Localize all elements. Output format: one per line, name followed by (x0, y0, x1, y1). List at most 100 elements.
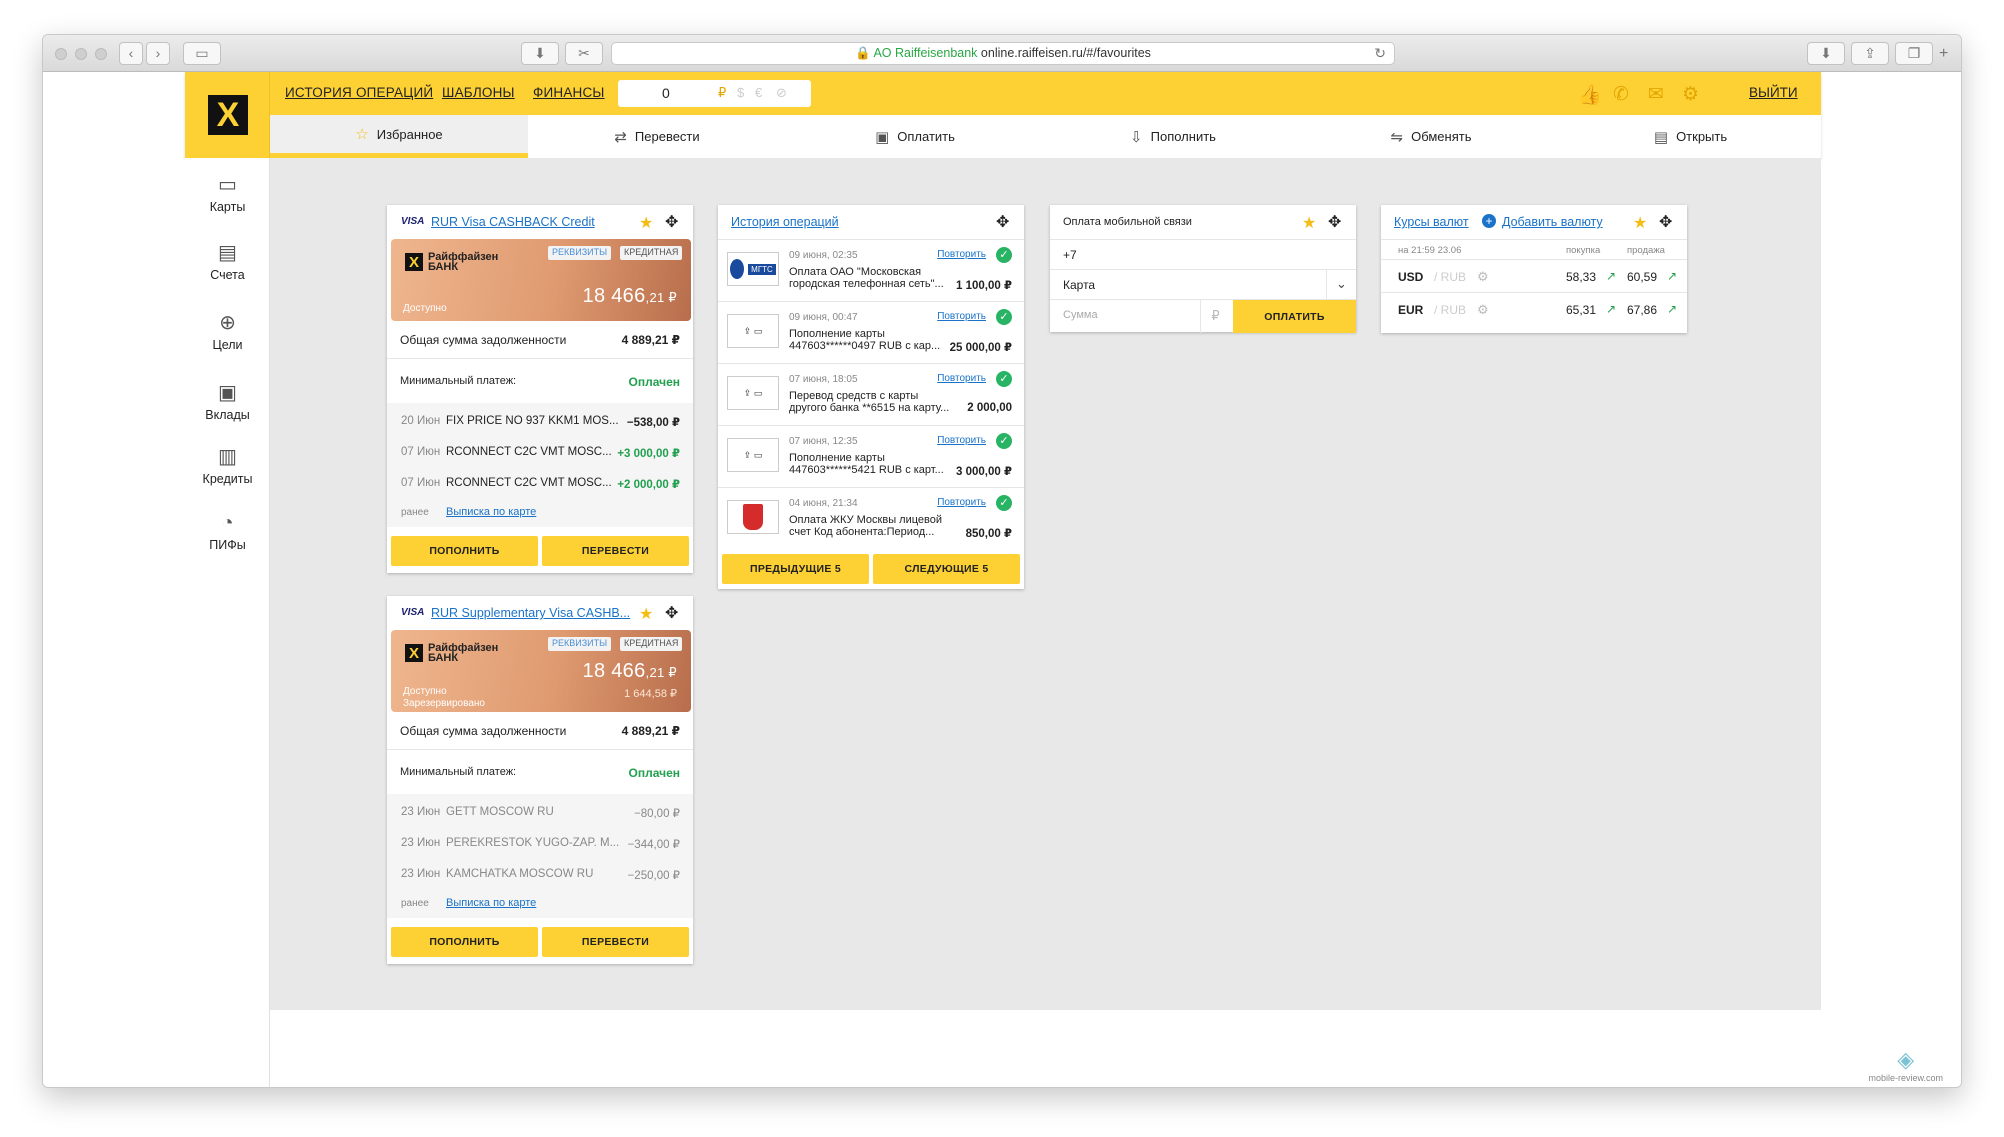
mobile-title: Оплата мобильной связи (1063, 216, 1192, 228)
history-item[interactable]: МГТС 09 июня, 02:35 Повторить ✓ Оплата О… (718, 239, 1024, 300)
share-icon: ⇪ (1864, 45, 1876, 61)
fx-title-link[interactable]: Курсы валют (1394, 215, 1469, 229)
minimize-window-button[interactable] (75, 48, 87, 60)
amount-input[interactable]: Сумма (1063, 309, 1098, 321)
favourite-star-icon[interactable]: ★ (1302, 213, 1316, 233)
tools-button[interactable]: ✂ (565, 42, 603, 65)
amount-row: Сумма ₽ ОПЛАТИТЬ (1050, 299, 1356, 333)
sidebar-item-credits[interactable]: ▥ Кредиты (185, 444, 270, 486)
repeat-link[interactable]: Повторить (937, 373, 986, 384)
download-button[interactable]: ⬇ (521, 42, 559, 65)
repeat-link[interactable]: Повторить (937, 435, 986, 446)
previous-5-button[interactable]: ПРЕДЫДУЩИЕ 5 (722, 554, 869, 584)
bank-logo: X Райффайзен БАНК (405, 252, 498, 273)
back-button[interactable]: ‹ (119, 42, 143, 65)
forward-button[interactable]: › (146, 42, 170, 65)
requisites-badge[interactable]: РЕКВИЗИТЫ (548, 246, 612, 260)
move-icon[interactable]: ✥ (1659, 212, 1672, 232)
settings-gear-icon[interactable]: ⚙ (1477, 269, 1489, 285)
mail-icon[interactable]: ✉ (1648, 83, 1664, 106)
sidebar-item-accounts[interactable]: ▤ Счета (185, 240, 270, 282)
tab-exchange[interactable]: ⇋ Обменять (1302, 115, 1560, 158)
currency-eur[interactable]: € (755, 85, 762, 100)
share-button[interactable]: ⇪ (1851, 42, 1889, 65)
zoom-window-button[interactable] (95, 48, 107, 60)
chevron-down-icon[interactable]: ⌄ (1326, 270, 1356, 300)
browser-toolbar: ‹ › ▭ ⬇ ✂ 🔒 AO Raiffeisenbank online.rai… (43, 35, 1961, 72)
next-5-button[interactable]: СЛЕДУЮЩИЕ 5 (873, 554, 1020, 584)
move-icon[interactable]: ✥ (1328, 212, 1341, 232)
statement-link[interactable]: Выписка по карте (446, 506, 536, 518)
nav-finances[interactable]: ФИНАНСЫ (533, 85, 605, 100)
move-icon[interactable]: ✥ (996, 212, 1009, 232)
sidebar-toggle-button[interactable]: ▭ (183, 42, 221, 65)
tab-transfer[interactable]: ⇄ Перевести (528, 115, 786, 158)
balance-widget[interactable]: 0 ₽ $ € ⊘ (618, 80, 811, 107)
favourite-star-icon[interactable]: ★ (639, 604, 653, 624)
card-header: VISA RUR Visa CASHBACK Credit ★ ✥ (387, 205, 693, 239)
pay-button[interactable]: ОПЛАТИТЬ (1233, 300, 1356, 333)
ruble-sign: ₽ (1200, 300, 1230, 333)
tab-topup[interactable]: ⇩ Пополнить (1044, 115, 1302, 158)
add-icon[interactable]: + (1482, 214, 1496, 228)
card-title-link[interactable]: RUR Supplementary Visa CASHB... (431, 606, 630, 620)
favourite-star-icon[interactable]: ★ (639, 213, 653, 233)
currency-usd[interactable]: $ (737, 85, 744, 100)
phone-input[interactable]: +7 (1050, 239, 1356, 269)
phone-icon[interactable]: ✆ (1613, 83, 1629, 106)
tabs-button[interactable]: ❐ (1895, 42, 1933, 65)
history-item[interactable]: ⇪ ▭ 07 июня, 18:05 Повторить ✓ Перевод с… (718, 363, 1024, 424)
tab-favourites[interactable]: ☆ Избранное (270, 115, 528, 158)
statement-link[interactable]: Выписка по карте (446, 897, 536, 909)
open-icon: ▤ (1653, 128, 1669, 146)
source-select[interactable]: Карта ⌄ (1050, 269, 1356, 300)
move-icon[interactable]: ✥ (665, 212, 678, 232)
tab-pay[interactable]: ▣ Оплатить (786, 115, 1044, 158)
nav-history[interactable]: ИСТОРИЯ ОПЕРАЦИЙ (285, 85, 433, 100)
success-check-icon: ✓ (996, 495, 1012, 511)
repeat-link[interactable]: Повторить (937, 497, 986, 508)
reload-icon[interactable]: ↻ (1374, 43, 1386, 64)
downloads-button[interactable]: ⬇ (1807, 42, 1845, 65)
history-item[interactable]: ⇪ ▭ 07 июня, 12:35 Повторить ✓ Пополнени… (718, 425, 1024, 486)
transfer-button[interactable]: ПЕРЕВЕСТИ (542, 536, 689, 566)
logout-link[interactable]: ВЫЙТИ (1749, 85, 1798, 100)
settings-gear-icon[interactable]: ⚙ (1682, 83, 1699, 106)
history-item[interactable]: ⇪ ▭ 09 июня, 00:47 Повторить ✓ Пополнени… (718, 301, 1024, 362)
currency-rub[interactable]: ₽ (718, 85, 726, 101)
card-image[interactable]: X Райффайзен БАНК РЕКВИЗИТЫ КРЕДИТНАЯ 18 4… (391, 630, 691, 712)
fx-row-eur[interactable]: EUR / RUB ⚙ 65,31 ↗ 67,86 ↗ (1381, 292, 1687, 325)
sidebar-item-goals[interactable]: ⊕ Цели (185, 310, 270, 352)
address-bar[interactable]: 🔒 AO Raiffeisenbank online.raiffeisen.ru… (611, 42, 1395, 65)
nav-templates[interactable]: ШАБЛОНЫ (442, 85, 515, 100)
accounts-icon: ▤ (218, 242, 237, 264)
hide-balance-icon[interactable]: ⊘ (776, 85, 787, 101)
tools-icon: ✂ (578, 45, 590, 61)
url-org: AO Raiffeisenbank (873, 46, 978, 60)
like-icon[interactable]: 👍 (1578, 83, 1602, 107)
tab-open[interactable]: ▤ Открыть (1560, 115, 1821, 158)
deposits-icon: ▣ (218, 382, 237, 404)
close-window-button[interactable] (55, 48, 67, 60)
raiffeisen-logo[interactable]: X (185, 72, 270, 158)
move-icon[interactable]: ✥ (665, 603, 678, 623)
repeat-link[interactable]: Повторить (937, 249, 986, 260)
add-currency-link[interactable]: Добавить валюту (1502, 215, 1603, 229)
card-image[interactable]: X Райффайзен БАНК РЕКВИЗИТЫ КРЕДИТНАЯ 18 4… (391, 239, 691, 321)
repeat-link[interactable]: Повторить (937, 311, 986, 322)
fx-row-usd[interactable]: USD / RUB ⚙ 58,33 ↗ 60,59 ↗ (1381, 259, 1687, 292)
transfer-button[interactable]: ПЕРЕВЕСТИ (542, 927, 689, 957)
favourite-star-icon[interactable]: ★ (1633, 213, 1647, 233)
topup-button[interactable]: ПОПОЛНИТЬ (391, 536, 538, 566)
funds-icon: ◔ (221, 512, 234, 534)
sidebar-item-funds[interactable]: ◔ ПИФы (185, 512, 270, 552)
requisites-badge[interactable]: РЕКВИЗИТЫ (548, 637, 612, 651)
history-title-link[interactable]: История операций (731, 215, 839, 229)
new-tab-icon[interactable]: + (1939, 45, 1948, 63)
topup-button[interactable]: ПОПОЛНИТЬ (391, 927, 538, 957)
history-item[interactable]: 04 июня, 21:34 Повторить ✓ Оплата ЖКУ Мо… (718, 487, 1024, 548)
sidebar-item-deposits[interactable]: ▣ Вклады (185, 380, 270, 422)
card-title-link[interactable]: RUR Visa CASHBACK Credit (431, 215, 595, 229)
settings-gear-icon[interactable]: ⚙ (1477, 302, 1489, 318)
sidebar-item-cards[interactable]: ▭ Карты (185, 172, 270, 214)
